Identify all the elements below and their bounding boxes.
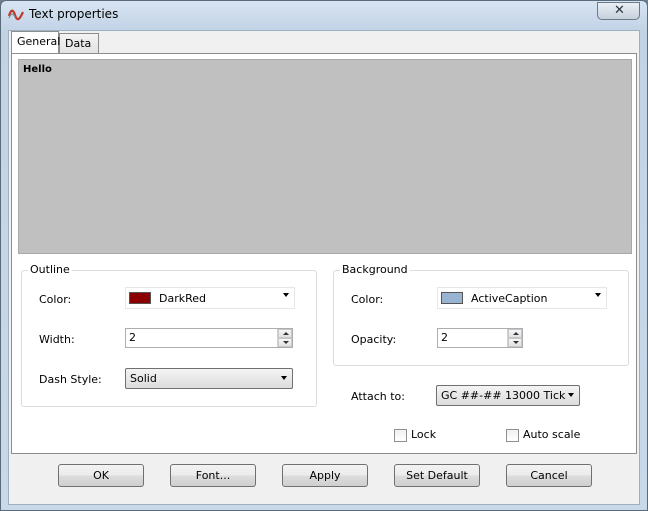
lock-checkbox[interactable] — [394, 429, 407, 442]
cancel-button[interactable]: Cancel — [506, 464, 592, 487]
window-title: Text properties — [29, 7, 119, 21]
ok-button[interactable]: OK — [58, 464, 144, 487]
opacity-stepper[interactable]: 2 — [437, 328, 523, 348]
opacity-value: 2 — [441, 331, 448, 344]
dash-style-label: Dash Style: — [39, 373, 102, 386]
outline-color-label: Color: — [39, 293, 72, 306]
text-preview: Hello — [18, 59, 632, 254]
outline-width-label: Width: — [39, 333, 75, 346]
spin-down-icon[interactable] — [278, 338, 292, 347]
tab-data-label: Data — [65, 37, 92, 50]
attach-to-label: Attach to: — [351, 390, 405, 403]
chevron-down-icon — [568, 393, 574, 397]
opacity-spin-buttons — [507, 329, 522, 347]
dash-style-select[interactable]: Solid — [125, 368, 293, 389]
spin-up-icon[interactable] — [278, 329, 292, 338]
background-color-swatch — [441, 292, 463, 304]
chevron-down-icon — [595, 293, 601, 297]
text-properties-window: Text properties ✕ General Data Hello Out… — [0, 0, 648, 511]
chevron-down-icon — [283, 293, 289, 297]
outline-color-value: DarkRed — [159, 292, 207, 305]
background-group: Background Color: ActiveCaption Opacity:… — [333, 263, 629, 366]
font-button[interactable]: Font... — [170, 464, 256, 487]
spin-up-icon[interactable] — [508, 329, 522, 338]
auto-scale-checkbox[interactable] — [506, 429, 519, 442]
outline-color-swatch — [129, 292, 151, 304]
width-spin-buttons — [277, 329, 292, 347]
outline-color-dropdown[interactable]: DarkRed — [125, 287, 295, 309]
attach-to-select[interactable]: GC ##-## 13000 Tick — [436, 385, 580, 406]
tab-general-label: General — [17, 35, 61, 48]
background-color-value: ActiveCaption — [471, 292, 548, 305]
general-tab-page: Hello Outline Color: DarkRed Width: 2 Da… — [11, 53, 637, 454]
spin-down-icon[interactable] — [508, 338, 522, 347]
close-icon: ✕ — [614, 3, 625, 18]
outline-group: Outline Color: DarkRed Width: 2 Dash Sty… — [21, 263, 317, 407]
set-default-button[interactable]: Set Default — [394, 464, 480, 487]
title-bar[interactable]: Text properties ✕ — [1, 1, 647, 29]
attach-to-value: GC ##-## 13000 Tick — [441, 389, 566, 402]
lock-label: Lock — [411, 428, 437, 441]
background-legend: Background — [340, 263, 410, 276]
dialog-client-area: General Data Hello Outline Color: DarkRe… — [8, 30, 640, 505]
tab-data[interactable]: Data — [59, 33, 99, 53]
dash-style-value: Solid — [130, 372, 157, 385]
auto-scale-label: Auto scale — [523, 428, 581, 441]
opacity-label: Opacity: — [351, 333, 397, 346]
outline-legend: Outline — [28, 263, 72, 276]
apply-button[interactable]: Apply — [282, 464, 368, 487]
outline-width-value: 2 — [129, 331, 136, 344]
preview-text: Hello — [23, 64, 52, 75]
outline-width-stepper[interactable]: 2 — [125, 328, 293, 348]
background-color-label: Color: — [351, 293, 384, 306]
app-logo-icon — [8, 9, 24, 21]
background-color-dropdown[interactable]: ActiveCaption — [437, 287, 607, 309]
chevron-down-icon — [281, 376, 287, 380]
close-button[interactable]: ✕ — [597, 2, 640, 20]
tab-general[interactable]: General — [11, 31, 61, 53]
